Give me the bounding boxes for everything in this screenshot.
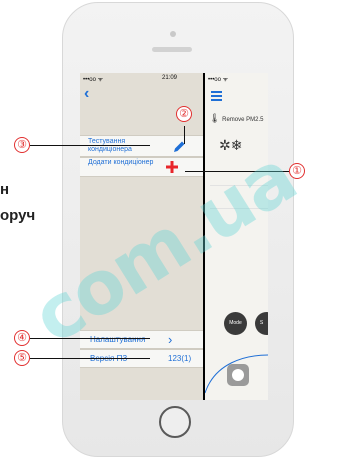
chevron-left-icon: ‹ — [84, 85, 90, 102]
divider — [210, 208, 268, 209]
menu-item-add-ac[interactable]: Додати кондиціонер — [80, 157, 203, 177]
screen: •••oo ᯤ 21:09 ‹ Тестування кондиціонера … — [80, 73, 268, 400]
side-text-line1: н — [0, 181, 10, 198]
menu-item-label: Налаштування — [90, 335, 146, 344]
callout-line-3 — [30, 145, 150, 146]
mode-button[interactable]: Mode — [224, 312, 247, 335]
callout-line-2 — [184, 126, 185, 144]
hamburger-icon[interactable] — [211, 91, 222, 101]
chevron-right-icon: › — [168, 332, 173, 347]
callout-5: ⑤ — [14, 350, 30, 366]
callout-2: ② — [176, 106, 192, 122]
callout-line-5 — [30, 358, 150, 359]
partial-button[interactable]: S — [255, 312, 268, 335]
callout-4: ④ — [14, 330, 30, 346]
assistive-touch-button[interactable] — [227, 364, 249, 386]
camera-icon — [170, 31, 176, 37]
side-menu: •••oo ᯤ 21:09 ‹ Тестування кондиціонера … — [80, 73, 203, 400]
menu-item-settings[interactable]: Налаштування › — [80, 330, 203, 349]
status-time: 21:09 — [162, 75, 178, 81]
snowflake-icon: ✲❄ — [219, 137, 243, 153]
thermometer-icon: 🌡 — [209, 113, 221, 123]
main-screen-preview: •••oo ᯤ 🌡 Remove PM2.5 ✲❄ Mode S — [205, 73, 268, 400]
menu-item-label: Тестування кондиціонера — [88, 138, 132, 153]
menu-item-label: Додати кондиціонер — [88, 159, 154, 166]
side-text-line2: оруч — [0, 207, 36, 224]
callout-1: ① — [289, 163, 305, 179]
plus-icon[interactable] — [165, 160, 179, 174]
home-button[interactable] — [159, 406, 191, 438]
back-button[interactable]: ‹ — [84, 86, 89, 102]
speaker-grille — [152, 47, 192, 52]
carrier-signal-right: •••oo ᯤ — [208, 77, 229, 83]
version-value: 123(1) — [168, 354, 192, 363]
divider — [210, 185, 268, 186]
remove-text: 🌡 Remove PM2.5 — [209, 113, 263, 124]
callout-3: ③ — [14, 137, 30, 153]
carrier-signal: •••oo ᯤ — [83, 77, 104, 83]
callout-line-1 — [185, 171, 289, 172]
remove-label: Remove PM2.5 — [222, 117, 264, 123]
callout-line-4 — [30, 338, 150, 339]
